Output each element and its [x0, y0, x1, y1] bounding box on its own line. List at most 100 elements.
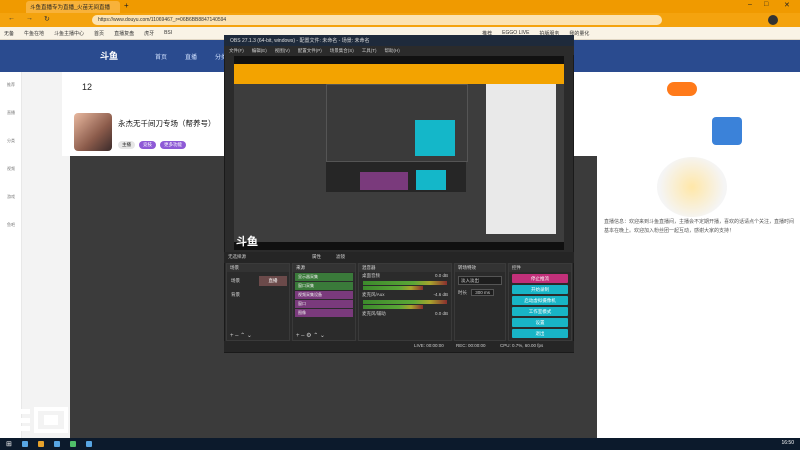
back-icon[interactable]: ← — [8, 15, 15, 22]
duration-row: 时长 300 ms — [455, 289, 505, 296]
preview-right-panel — [486, 84, 556, 234]
bookmark-item[interactable]: 虎牙 — [144, 30, 154, 37]
bookmark-item[interactable]: 直播复盘 — [114, 30, 134, 37]
dock-title: 转场特效 — [455, 264, 505, 272]
pc-client-button[interactable] — [667, 82, 697, 96]
menu-item[interactable]: 帮助(H) — [385, 48, 400, 54]
scene-item[interactable]: 背景 — [227, 284, 289, 298]
audio-meter — [363, 281, 447, 285]
mascot-image — [657, 157, 727, 217]
settings-button[interactable]: 设置 — [512, 318, 568, 327]
maximize-button[interactable]: □ — [764, 1, 768, 8]
duration-label: 时长 — [458, 290, 467, 295]
taskbar-clock: 16:50 — [781, 440, 794, 446]
menu-item[interactable]: 工具(T) — [362, 48, 377, 54]
transition-select[interactable]: 淡入淡出 — [458, 276, 502, 285]
menu-item[interactable]: 视图(V) — [275, 48, 290, 54]
rec-timer: REC: 00:00:00 — [456, 343, 486, 348]
preview-browser-header — [234, 64, 564, 84]
dock-title: 场景 — [227, 264, 289, 272]
preview-douyu-logo: 斗鱼 — [236, 235, 258, 248]
bookmark-item[interactable]: BSI — [164, 30, 172, 36]
mixer-channel-name: 桌面音频 0.0 dB — [362, 273, 448, 278]
streamer-avatar[interactable] — [74, 113, 112, 151]
filters-button[interactable]: 滤镜 — [336, 254, 345, 260]
virtual-camera-button[interactable]: 启动虚拟摄像机 — [512, 296, 568, 305]
sidebar-item[interactable]: 分类 — [3, 138, 19, 144]
close-button[interactable]: ✕ — [784, 1, 790, 9]
preview-nested-buttons — [416, 170, 446, 190]
os-taskbar: ⊞ — [0, 438, 800, 450]
dock-title: 控件 — [509, 264, 571, 272]
properties-button[interactable]: 属性 — [312, 254, 321, 260]
sidebar-item[interactable]: 直播 — [3, 110, 19, 116]
left-sidebar: 推荐 直播 分类 视频 游戏 鱼吧 — [0, 72, 22, 438]
scene-item-active[interactable]: 直播 — [259, 276, 287, 286]
scenes-dock: 场景 场景 背景 直播 + – ⌃ ⌄ — [226, 263, 290, 341]
obs-title-bar: OBS 27.1.3 (64-bit, windows) - 配置文件: 未命名… — [224, 35, 574, 46]
audio-meter — [363, 300, 447, 304]
exit-button[interactable]: 退出 — [512, 329, 568, 338]
mixer-channel-name: 麦克风/辅助 0.0 dB — [362, 311, 448, 316]
tag[interactable]: 更多功能 — [160, 141, 186, 149]
duration-input[interactable]: 300 ms — [471, 289, 495, 296]
dock-toolbar[interactable]: + – ⚙ ⌃ ⌄ — [293, 332, 355, 340]
app-icon[interactable] — [37, 441, 44, 447]
tag[interactable]: 竞技 — [139, 141, 156, 149]
stop-streaming-button[interactable]: 停止推流 — [512, 274, 568, 283]
bookmark-item[interactable]: 牛鱼在地 — [24, 30, 44, 37]
sidebar-item[interactable]: 鱼吧 — [3, 222, 19, 228]
source-item[interactable]: 窗口采集 — [295, 282, 353, 290]
level-count: 12 — [82, 82, 93, 92]
menu-item[interactable]: 场景集合(S) — [330, 48, 354, 54]
screen: 斗鱼直播专为直播_火苗无间直播 + – □ ✕ ← → ↻ https://ww… — [0, 0, 800, 450]
source-item[interactable]: 显示器采集 — [295, 273, 353, 281]
tag-row: 主播 竞技 更多功能 — [118, 141, 186, 149]
new-tab-button[interactable]: + — [124, 1, 129, 10]
sidebar-item[interactable]: 视频 — [3, 166, 19, 172]
app-icon[interactable] — [85, 441, 92, 447]
obs-status-bar: LIVE: 00:00:00 REC: 00:00:00 CPU: 0.7%, … — [224, 341, 574, 352]
menu-item[interactable]: 配置文件(P) — [298, 48, 322, 54]
dock-title: 混音器 — [359, 264, 451, 272]
stream-title: 永杰无千间刀专场（帮养号） — [118, 119, 216, 128]
no-source-label: 无选择源 — [228, 254, 246, 259]
live-timer: LIVE: 00:00:00 — [414, 343, 444, 348]
source-item[interactable]: 视频采集设备 — [295, 291, 353, 299]
bookmark-item[interactable]: 斗鱼主播中心 — [54, 30, 84, 37]
forward-icon[interactable]: → — [26, 15, 33, 22]
minimize-button[interactable]: – — [748, 1, 752, 8]
tag[interactable]: 主播 — [118, 141, 135, 149]
nav-item[interactable]: 直播 — [185, 52, 197, 61]
sidebar-item[interactable]: 游戏 — [3, 194, 19, 200]
right-panel — [597, 72, 800, 438]
avatar[interactable] — [768, 15, 778, 25]
volume-slider[interactable] — [363, 305, 423, 309]
browser-tab-bar — [0, 0, 800, 13]
sources-dock: 来源 显示器采集 窗口采集 视频采集设备 窗口 图像 + – ⚙ ⌃ ⌄ — [292, 263, 356, 341]
transitions-dock: 转场特效 淡入淡出 时长 300 ms — [454, 263, 506, 341]
audio-mixer-dock: 混音器 桌面音频 0.0 dB 麦克风/Aux -4.6 dB 麦克风/辅助 0… — [358, 263, 452, 341]
studio-mode-button[interactable]: 工作室模式 — [512, 307, 568, 316]
dock-toolbar[interactable]: + – ⌃ ⌄ — [227, 332, 289, 340]
source-item[interactable]: 窗口 — [295, 300, 353, 308]
address-input[interactable]: https://www.douyu.com/11069467_r=06B6BB8… — [92, 15, 662, 25]
sidebar-item[interactable]: 推荐 — [3, 82, 19, 88]
browser-tab[interactable]: 斗鱼直播专为直播_火苗无间直播 — [26, 1, 120, 13]
app-icon[interactable] — [69, 441, 76, 447]
volume-slider[interactable] — [363, 286, 423, 290]
reload-icon[interactable]: ↻ — [44, 15, 50, 23]
menu-item[interactable]: 文件(F) — [229, 48, 244, 54]
app-icon[interactable] — [53, 441, 60, 447]
site-logo[interactable]: 斗鱼 — [100, 49, 118, 62]
start-recording-button[interactable]: 开始录制 — [512, 285, 568, 294]
bookmark-item[interactable]: 无备 — [4, 30, 14, 37]
bookmark-item[interactable]: 首页 — [94, 30, 104, 37]
obs-context-bar: 无选择源 属性 滤镜 — [224, 252, 574, 263]
app-icon[interactable] — [21, 441, 28, 447]
source-item[interactable]: 图像 — [295, 309, 353, 317]
promo-badge — [712, 117, 742, 145]
menu-item[interactable]: 编辑(E) — [252, 48, 267, 54]
nav-item[interactable]: 首页 — [155, 52, 167, 61]
start-icon[interactable]: ⊞ — [6, 440, 12, 448]
